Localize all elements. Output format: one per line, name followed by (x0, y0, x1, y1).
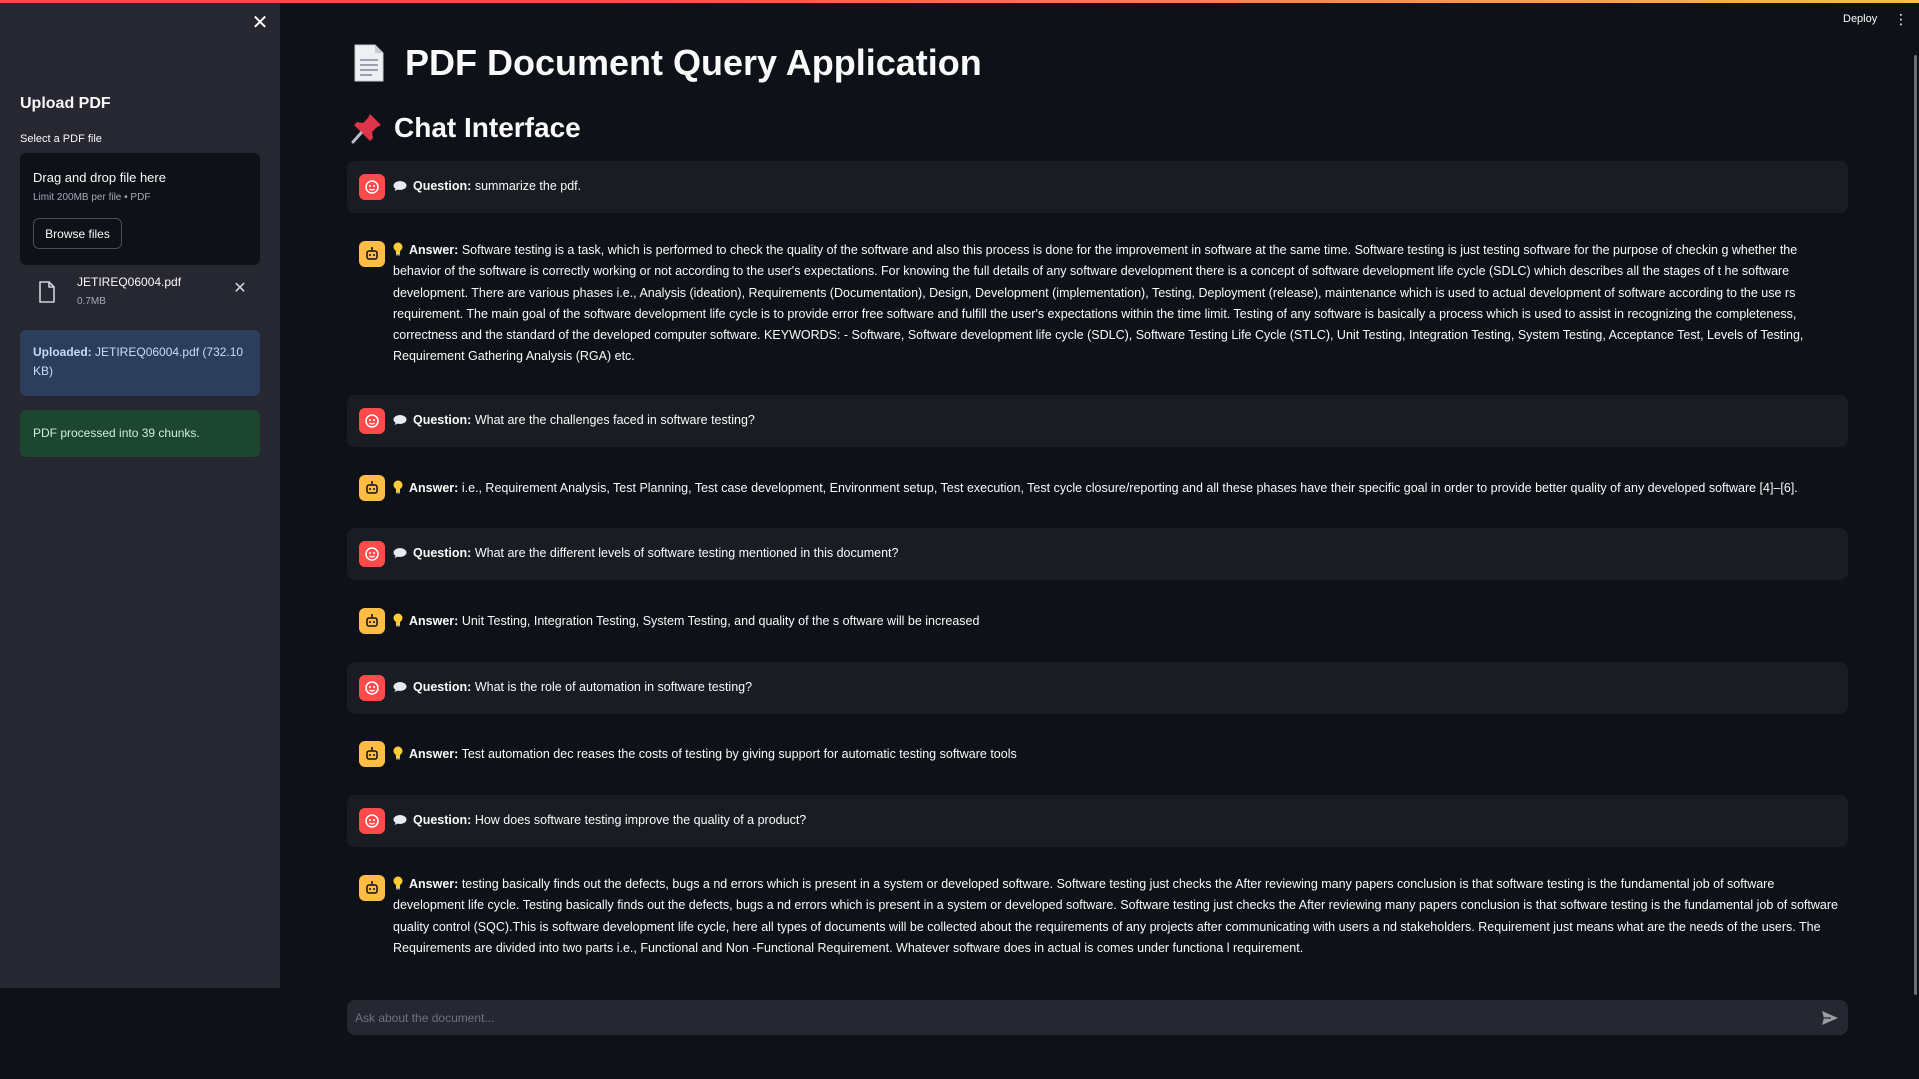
deploy-button[interactable]: Deploy (1843, 13, 1877, 25)
info-prefix: Uploaded: (33, 345, 92, 359)
answer-prefix: Answer: (409, 747, 459, 761)
question-message: Question: What are the different levels … (347, 528, 1848, 580)
question-message: Question: What are the challenges faced … (347, 395, 1848, 447)
remove-file-icon[interactable]: ✕ (230, 279, 250, 299)
question-prefix: Question: (413, 546, 472, 560)
answer-message: Answer: Software testing is a task, whic… (347, 229, 1848, 379)
lightbulb-icon (393, 876, 403, 890)
processing-success-alert: PDF processed into 39 chunks. (20, 410, 260, 457)
file-dropzone[interactable]: Drag and drop file here Limit 200MB per … (20, 153, 260, 265)
answer-prefix: Answer: (409, 614, 459, 628)
bot-avatar-icon (359, 875, 385, 901)
speech-bubble-icon (393, 682, 407, 692)
upload-info-alert: Uploaded: JETIREQ06004.pdf (732.10 KB) (20, 330, 260, 396)
user-avatar-icon (359, 408, 385, 434)
question-message: Question: What is the role of automation… (347, 662, 1848, 714)
answer-message: Answer: Test automation dec reases the c… (347, 729, 1848, 781)
question-content: summarize the pdf. (474, 179, 582, 193)
chat-heading-row: Chat Interface (350, 108, 581, 148)
question-prefix: Question: (413, 413, 472, 427)
page-title-row: PDF Document Query Application (352, 38, 982, 88)
chat-input[interactable] (347, 1000, 1848, 1035)
lightbulb-icon (393, 613, 403, 627)
answer-text: Answer: testing basically finds out the … (393, 874, 1848, 959)
question-text: Question: What is the role of automation… (393, 677, 1848, 698)
question-prefix: Question: (413, 813, 472, 827)
page-title: PDF Document Query Application (405, 42, 982, 83)
user-avatar-icon (359, 675, 385, 701)
answer-prefix: Answer: (409, 243, 459, 257)
answer-message: Answer: testing basically finds out the … (347, 863, 1848, 983)
question-text: Question: summarize the pdf. (393, 176, 1848, 197)
uploaded-file-item: JETIREQ06004.pdf 0.7MB ✕ (20, 271, 260, 315)
answer-prefix: Answer: (409, 877, 459, 891)
top-decoration-bar (0, 0, 1919, 3)
bot-avatar-icon (359, 741, 385, 767)
dropzone-limit: Limit 200MB per file • PDF (33, 192, 151, 203)
user-avatar-icon (359, 541, 385, 567)
answer-text: Answer: Software testing is a task, whic… (393, 240, 1848, 368)
bot-avatar-icon (359, 475, 385, 501)
question-prefix: Question: (413, 680, 472, 694)
lightbulb-icon (393, 480, 403, 494)
question-text: Question: How does software testing impr… (393, 810, 1848, 831)
bot-avatar-icon (359, 608, 385, 634)
question-text: Question: What are the different levels … (393, 543, 1848, 564)
question-content: What is the role of automation in softwa… (474, 680, 753, 694)
question-message: Question: How does software testing impr… (347, 795, 1848, 847)
chat-heading: Chat Interface (394, 112, 581, 143)
lightbulb-icon (393, 746, 403, 760)
speech-bubble-icon (393, 815, 407, 825)
dropzone-title: Drag and drop file here (33, 170, 166, 185)
answer-text: Answer: i.e., Requirement Analysis, Test… (393, 478, 1848, 499)
answer-text: Answer: Test automation dec reases the c… (393, 744, 1848, 765)
user-avatar-icon (359, 808, 385, 834)
answer-content: Software testing is a task, which is per… (393, 243, 1804, 364)
bot-avatar-icon (359, 241, 385, 267)
speech-bubble-icon (393, 415, 407, 425)
scrollbar[interactable] (1914, 55, 1917, 995)
file-name: JETIREQ06004.pdf (77, 275, 182, 289)
document-icon (354, 44, 384, 82)
answer-text: Answer: Unit Testing, Integration Testin… (393, 611, 1848, 632)
sidebar: ✕ Upload PDF Select a PDF file Drag and … (0, 3, 280, 988)
answer-content: Unit Testing, Integration Testing, Syste… (461, 614, 980, 628)
answer-message: Answer: i.e., Requirement Analysis, Test… (347, 463, 1848, 515)
send-icon[interactable] (1819, 1007, 1841, 1029)
answer-content: Test automation dec reases the costs of … (461, 747, 1017, 761)
question-text: Question: What are the challenges faced … (393, 410, 1848, 431)
vertical-dots-icon[interactable]: ⋮ (1894, 11, 1908, 27)
question-content: What are the different levels of softwar… (474, 546, 899, 560)
question-content: What are the challenges faced in softwar… (474, 413, 755, 427)
answer-prefix: Answer: (409, 481, 459, 495)
lightbulb-icon (393, 242, 403, 256)
pushpin-icon (351, 114, 381, 144)
question-content: How does software testing improve the qu… (474, 813, 807, 827)
speech-bubble-icon (393, 181, 407, 191)
answer-content: testing basically finds out the defects,… (393, 877, 1838, 955)
answer-content: i.e., Requirement Analysis, Test Plannin… (461, 481, 1798, 495)
file-uploader-label: Select a PDF file (20, 133, 102, 145)
sidebar-title: Upload PDF (20, 95, 111, 112)
browse-files-button[interactable]: Browse files (33, 218, 122, 249)
close-sidebar-icon[interactable]: ✕ (250, 13, 270, 33)
answer-message: Answer: Unit Testing, Integration Testin… (347, 596, 1848, 648)
file-icon (39, 281, 55, 303)
file-size: 0.7MB (77, 296, 106, 307)
speech-bubble-icon (393, 548, 407, 558)
user-avatar-icon (359, 174, 385, 200)
question-message: Question: summarize the pdf. (347, 161, 1848, 213)
question-prefix: Question: (413, 179, 472, 193)
